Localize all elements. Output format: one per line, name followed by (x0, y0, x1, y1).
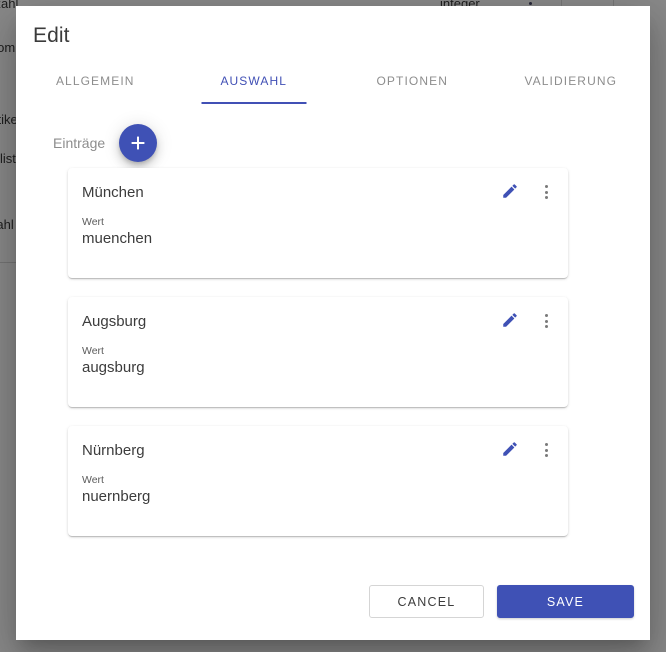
cancel-button[interactable]: CANCEL (369, 585, 484, 618)
edit-dialog: Edit ALLGEMEIN AUSWAHL OPTIONEN VALIDIER… (16, 6, 650, 640)
tab-allgemein[interactable]: ALLGEMEIN (16, 68, 175, 104)
dialog-title: Edit (33, 24, 70, 47)
entry-title: Nürnberg (82, 442, 145, 459)
entry-field-value: muenchen (82, 230, 153, 247)
more-vertical-icon (544, 314, 548, 328)
entry-actions (498, 309, 558, 333)
dialog-footer: CANCEL SAVE (369, 585, 634, 618)
entry-card[interactable]: München Wert muenchen (68, 168, 568, 278)
entry-menu-button[interactable] (534, 438, 558, 462)
entries-list: München Wert muenchen Augsburg Wert augs… (68, 168, 568, 555)
entry-title: München (82, 184, 144, 201)
more-vertical-icon (544, 443, 548, 457)
entry-field-label: Wert (82, 345, 104, 357)
entries-header: Einträge (53, 124, 158, 162)
pencil-icon (501, 182, 519, 203)
entry-actions (498, 180, 558, 204)
save-button[interactable]: SAVE (497, 585, 634, 618)
entry-edit-button[interactable] (498, 309, 522, 333)
entry-field-value: augsburg (82, 359, 145, 376)
tab-label: AUSWAHL (220, 74, 288, 88)
tab-optionen[interactable]: OPTIONEN (333, 68, 492, 104)
entry-edit-button[interactable] (498, 438, 522, 462)
entry-card[interactable]: Augsburg Wert augsburg (68, 297, 568, 407)
tab-label: OPTIONEN (376, 74, 448, 88)
pencil-icon (501, 440, 519, 461)
entry-title: Augsburg (82, 313, 147, 330)
tab-auswahl[interactable]: AUSWAHL (175, 68, 334, 104)
plus-icon (130, 135, 146, 151)
entries-label: Einträge (53, 135, 106, 151)
add-entry-button[interactable] (119, 124, 158, 162)
tab-label: ALLGEMEIN (55, 74, 135, 88)
entry-menu-button[interactable] (534, 180, 558, 204)
pencil-icon (501, 311, 519, 332)
entry-actions (498, 438, 558, 462)
tab-label: VALIDIERUNG (524, 74, 618, 88)
dialog-tabs: ALLGEMEIN AUSWAHL OPTIONEN VALIDIERUNG (16, 68, 650, 104)
entry-field-label: Wert (82, 474, 104, 486)
tab-validierung[interactable]: VALIDIERUNG (492, 68, 651, 104)
entry-menu-button[interactable] (534, 309, 558, 333)
more-vertical-icon (544, 185, 548, 199)
tab-active-indicator (201, 102, 307, 104)
entry-edit-button[interactable] (498, 180, 522, 204)
entry-card[interactable]: Nürnberg Wert nuernberg (68, 426, 568, 536)
entry-field-label: Wert (82, 216, 104, 228)
entry-field-value: nuernberg (82, 488, 151, 505)
